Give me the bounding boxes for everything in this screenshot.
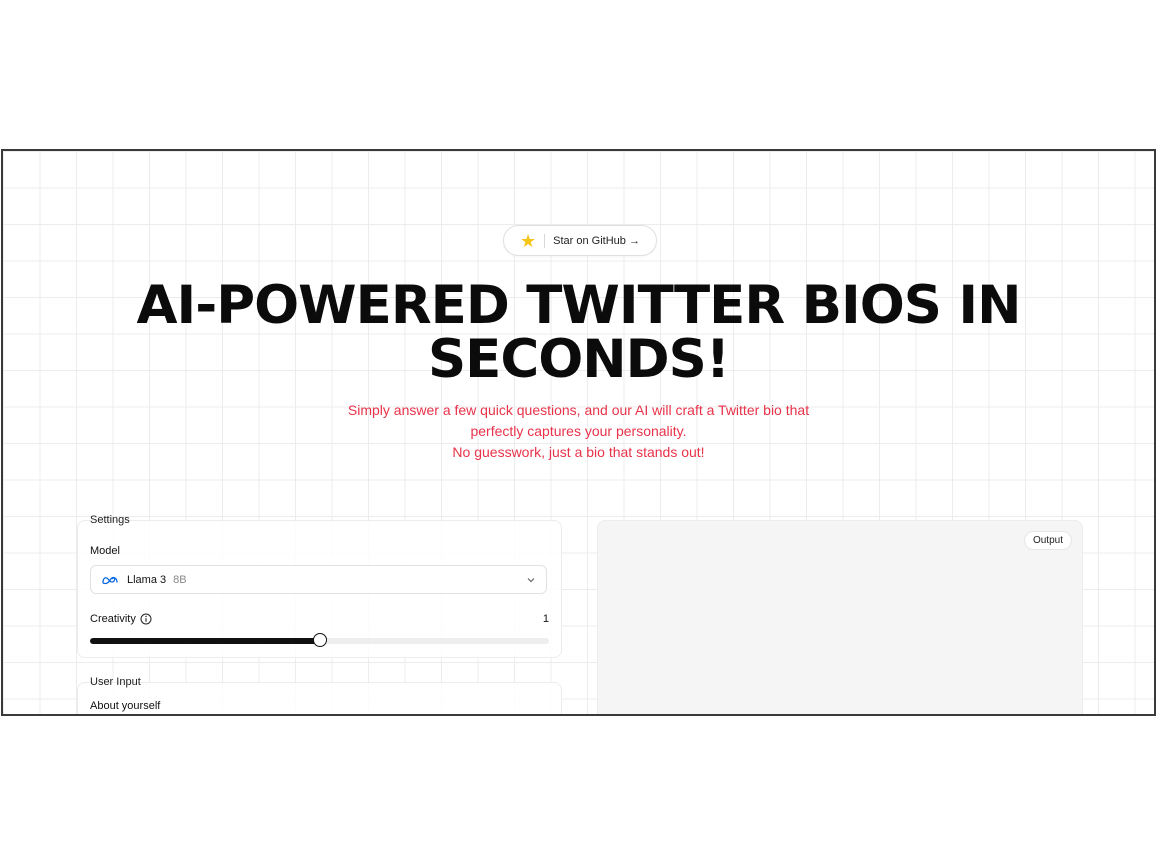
model-name: Llama 3 xyxy=(127,573,167,586)
creativity-slider[interactable] xyxy=(90,633,549,647)
output-badge: Output xyxy=(1023,531,1072,550)
creativity-label: Creativity xyxy=(90,613,136,625)
user-input-title: User Input xyxy=(90,676,141,688)
star-on-github-button[interactable]: ★ Star on GitHub → xyxy=(503,225,657,256)
model-size: 8B xyxy=(173,573,187,586)
page-subtitle: Simply answer a few quick questions, and… xyxy=(3,400,1154,463)
info-icon[interactable] xyxy=(140,613,152,625)
model-select[interactable]: Llama 3 8B xyxy=(90,565,547,594)
settings-card: Settings Model Llama 3 8B Creativity 1 xyxy=(77,514,562,658)
title-line-1: AI-POWERED TWITTER BIOS IN xyxy=(136,275,1022,336)
title-line-2: SECONDS! xyxy=(427,329,730,390)
output-panel: Output xyxy=(597,520,1083,714)
app-window: ★ Star on GitHub → AI-POWERED TWITTER BI… xyxy=(1,149,1156,716)
creativity-value: 1 xyxy=(542,613,549,625)
model-label: Model xyxy=(90,545,120,557)
github-button-label: Star on GitHub → xyxy=(553,234,640,247)
subtitle-line-2: perfectly captures your personality. xyxy=(470,423,687,439)
subtitle-line-1: Simply answer a few quick questions, and… xyxy=(347,402,810,418)
creativity-row: Creativity 1 xyxy=(90,613,549,625)
star-icon: ★ xyxy=(520,230,537,251)
subtitle-line-3: No guesswork, just a bio that stands out… xyxy=(452,444,705,460)
slider-thumb[interactable] xyxy=(312,633,327,647)
about-yourself-label: About yourself xyxy=(90,700,161,712)
slider-fill xyxy=(90,638,320,644)
meta-icon xyxy=(102,576,118,584)
page-title: AI-POWERED TWITTER BIOS IN SECONDS! xyxy=(3,279,1154,387)
user-input-card: User Input About yourself xyxy=(77,676,562,714)
settings-title: Settings xyxy=(90,514,130,526)
divider xyxy=(544,233,546,248)
chevron-down-icon xyxy=(527,577,535,582)
